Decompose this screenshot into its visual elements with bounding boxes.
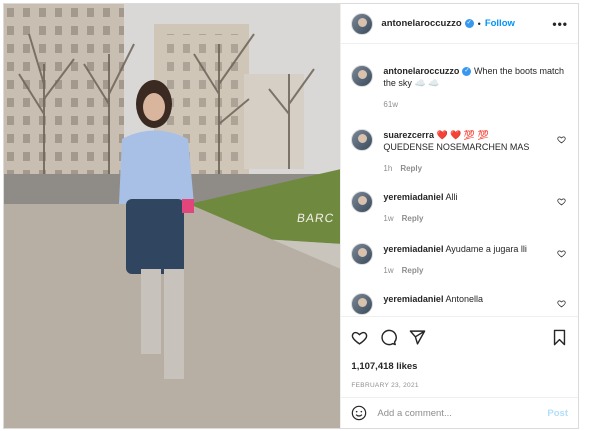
comment-icon[interactable] (380, 329, 398, 346)
comment-age: 1h (383, 164, 393, 173)
reply-button[interactable]: Reply (402, 266, 424, 275)
reply-button[interactable]: Reply (400, 164, 422, 173)
comment-text: Antonella (445, 294, 483, 304)
more-icon[interactable]: ••• (552, 17, 568, 31)
comment-age: 1w (383, 214, 394, 223)
follow-button[interactable]: Follow (485, 18, 515, 29)
likes-count[interactable]: 1,107,418 likes (351, 361, 568, 372)
heart-icon[interactable] (557, 197, 566, 206)
post-comment-button[interactable]: Post (547, 408, 568, 419)
list-item: yeremiadaniel Alli 1w Reply (351, 191, 568, 225)
separator-dot: • (477, 18, 481, 29)
avatar[interactable] (351, 191, 374, 213)
share-icon[interactable] (409, 329, 426, 346)
action-icons (351, 327, 568, 347)
avatar[interactable] (351, 65, 374, 87)
comment-username[interactable]: yeremiadaniel (383, 244, 443, 254)
avatar[interactable] (351, 243, 374, 265)
post-photo[interactable]: BARC (4, 4, 341, 428)
instagram-post-screenshot: BARC antonelaroccuzzo ✓ • Follow ••• ant… (0, 0, 600, 431)
heart-icon[interactable] (557, 249, 566, 258)
avatar[interactable] (351, 129, 374, 151)
comment-input[interactable] (377, 407, 548, 419)
emoji-icon[interactable] (351, 405, 367, 421)
add-comment-bar: Post (341, 397, 578, 428)
caption-emoji: ☁️ ☁️ (414, 78, 440, 88)
post-modal: BARC antonelaroccuzzo ✓ • Follow ••• ant… (3, 3, 579, 429)
bookmark-icon[interactable] (551, 329, 568, 346)
heart-icon[interactable] (557, 135, 566, 144)
comment-emoji: ❤️ ❤️ 💯 💯 (436, 130, 489, 140)
photo-sign-text: BARC (296, 211, 336, 225)
comment-text: QUEDENSE NOSEMARCHEN MAS (383, 142, 530, 152)
reply-button[interactable]: Reply (402, 214, 424, 223)
post-side-panel: antonelaroccuzzo ✓ • Follow ••• antonela… (340, 4, 578, 428)
post-header: antonelaroccuzzo ✓ • Follow ••• (341, 4, 578, 44)
avatar[interactable] (351, 12, 374, 35)
avatar[interactable] (351, 293, 374, 315)
comment-age: 1w (383, 266, 394, 275)
heart-icon[interactable] (351, 329, 368, 346)
header-username[interactable]: antonelaroccuzzo (381, 18, 461, 29)
comment-username[interactable]: yeremiadaniel (383, 192, 443, 202)
comments-list[interactable]: antonelaroccuzzo ✓ When the boots match t… (341, 45, 578, 315)
comment-text: Alli (445, 192, 458, 202)
post-actions: 1,107,418 likes FEBRUARY 23, 2021 (341, 316, 578, 389)
post-date: FEBRUARY 23, 2021 (351, 382, 419, 389)
verified-icon: ✓ (462, 67, 472, 77)
caption-username[interactable]: antonelaroccuzzo (383, 66, 459, 76)
list-item: suarezcerra ❤️ ❤️ 💯 💯 QUEDENSE NOSEMARCH… (351, 129, 568, 175)
photo-illustration (4, 4, 341, 428)
verified-icon: ✓ (464, 19, 474, 28)
comment-text: Ayudame a jugara lli (445, 244, 527, 254)
heart-icon[interactable] (557, 299, 566, 308)
caption: antonelaroccuzzo ✓ When the boots match t… (351, 65, 568, 111)
caption-age: 61w (383, 100, 399, 109)
list-item: yeremiadaniel Ayudame a jugara lli 1w Rep… (351, 243, 568, 277)
comment-username[interactable]: suarezcerra (383, 130, 434, 140)
comment-username[interactable]: yeremiadaniel (383, 294, 443, 304)
list-item: yeremiadaniel Antonella (351, 293, 568, 315)
